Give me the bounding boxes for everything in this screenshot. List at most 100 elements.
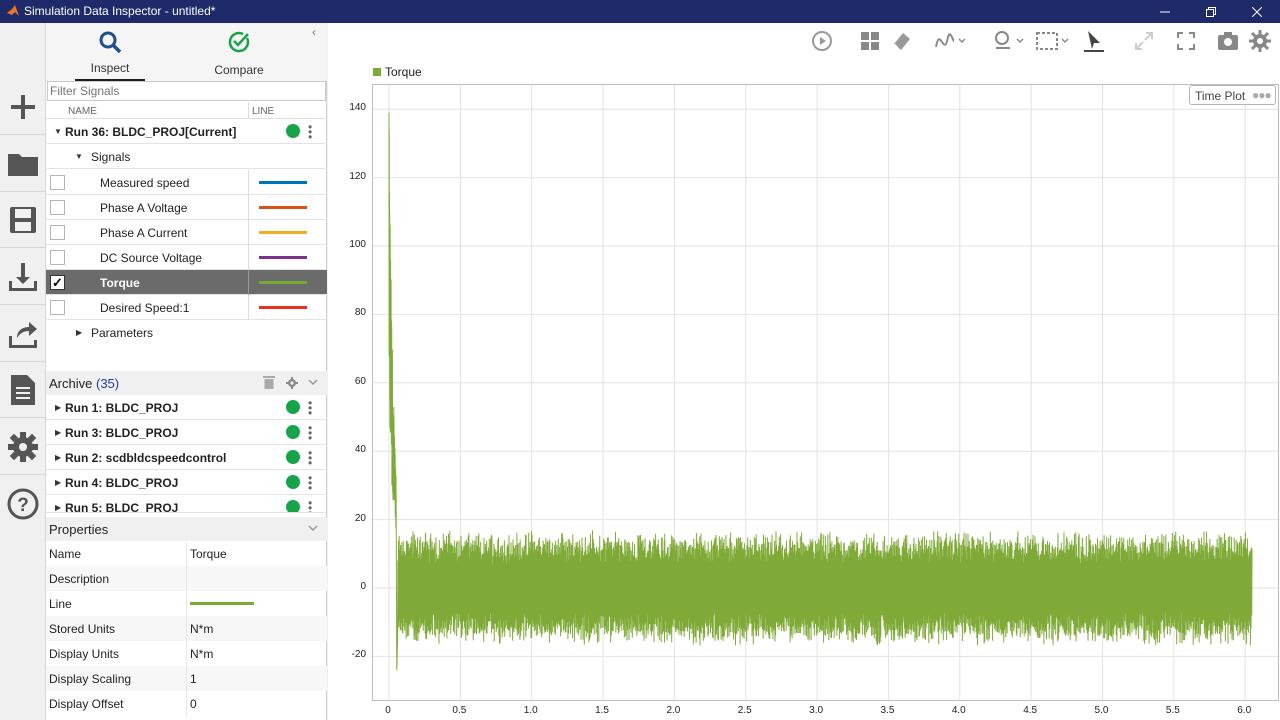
legend-label: Torque (385, 65, 422, 79)
expand-right-icon[interactable]: ▶ (55, 453, 61, 462)
signal-row[interactable]: Measured speed (46, 170, 327, 195)
line-column-header[interactable]: LINE (252, 106, 274, 117)
signal-row[interactable]: Phase A Current (46, 220, 327, 245)
import-button[interactable] (0, 249, 46, 305)
property-value[interactable]: Torque (190, 547, 227, 561)
archive-header[interactable]: Archive (35) (46, 371, 327, 395)
torque-chart[interactable] (373, 85, 1279, 701)
close-button[interactable] (1234, 0, 1280, 23)
archive-run-row[interactable]: ▶ Run 4: BLDC_PROJ • • • (46, 470, 327, 495)
tab-compare-label: Compare (214, 63, 264, 77)
run-menu-icon[interactable]: • • • (308, 422, 312, 444)
signal-row[interactable]: DC Source Voltage (46, 245, 327, 270)
line-swatch[interactable] (259, 231, 307, 234)
expand-disabled-icon[interactable] (1132, 29, 1156, 53)
expand-right-icon[interactable]: ▶ (76, 328, 82, 337)
archive-run-row[interactable]: ▶ Run 2: scdbldcspeedcontrol • • • (46, 445, 327, 470)
torque-series-line[interactable] (388, 112, 1253, 671)
signal-checkbox[interactable] (50, 200, 65, 215)
expand-right-icon[interactable]: ▶ (55, 503, 61, 512)
property-divider (186, 641, 187, 666)
eraser-icon[interactable] (890, 29, 914, 53)
minimize-button[interactable] (1142, 0, 1188, 23)
signal-row[interactable]: Phase A Voltage (46, 195, 327, 220)
property-row: Display Units N*m (46, 641, 327, 666)
archive-run-row[interactable]: ▶ Run 5: BLDC_PROJ • • • (46, 495, 327, 513)
zoom-icon[interactable] (992, 29, 1024, 53)
line-swatch[interactable] (259, 306, 307, 309)
expand-right-icon[interactable]: ▶ (55, 478, 61, 487)
x-tick-label: 6.0 (1237, 705, 1252, 716)
cursor-icon[interactable] (1082, 29, 1106, 53)
signal-row-selected[interactable]: ✓ Torque (46, 270, 327, 295)
run-menu-icon[interactable]: • • • (308, 497, 312, 512)
run-menu-icon[interactable]: • • • (308, 397, 312, 419)
line-swatch[interactable] (259, 281, 307, 284)
line-swatch[interactable] (259, 206, 307, 209)
archive-run-row[interactable]: ▶ Run 3: BLDC_PROJ • • • (46, 420, 327, 445)
chevron-down-icon[interactable] (308, 379, 318, 386)
export-button[interactable] (0, 306, 46, 362)
x-tick-label: 1.0 (523, 705, 538, 716)
new-button[interactable] (0, 79, 46, 135)
signal-checkbox[interactable] (50, 300, 65, 315)
tab-compare[interactable]: Compare (204, 23, 274, 81)
property-row: Name Torque (46, 541, 327, 566)
collapse-panel-icon[interactable]: ‹ (312, 25, 316, 39)
signal-visualization-icon[interactable] (934, 29, 966, 53)
signals-group-row[interactable]: ▼ Signals (46, 144, 327, 169)
save-button[interactable] (0, 192, 46, 248)
run-menu-icon[interactable]: • • • (308, 121, 312, 143)
tab-inspect[interactable]: Inspect (75, 23, 145, 81)
signal-checkbox[interactable] (50, 175, 65, 190)
settings-gear-icon[interactable] (1248, 29, 1272, 53)
filter-signals-input[interactable] (47, 81, 326, 101)
fullscreen-icon[interactable] (1174, 29, 1198, 53)
fit-to-view-icon[interactable] (1034, 29, 1070, 53)
open-button[interactable] (0, 136, 46, 192)
property-line-swatch[interactable] (190, 602, 254, 605)
svg-text:?: ? (17, 495, 29, 516)
signal-checkbox[interactable] (50, 225, 65, 240)
expand-down-icon[interactable]: ▼ (54, 127, 62, 136)
expand-right-icon[interactable]: ▶ (55, 403, 61, 412)
plot-axes[interactable] (372, 84, 1279, 701)
layout-grid-icon[interactable] (858, 29, 882, 53)
current-run-row[interactable]: ▼ Run 36: BLDC_PROJ[Current] • • • (46, 119, 327, 144)
plot-legend[interactable]: Torque (373, 65, 422, 79)
time-plot-button[interactable]: Time Plot ●●● (1189, 85, 1276, 105)
gear-icon[interactable] (286, 377, 298, 389)
property-value[interactable]: N*m (190, 622, 213, 636)
parameters-group-row[interactable]: ▶ Parameters (46, 320, 327, 345)
property-key: Description (49, 572, 110, 586)
property-value[interactable]: 0 (190, 697, 197, 711)
property-value[interactable]: N*m (190, 647, 213, 661)
signal-checkbox[interactable] (50, 250, 65, 265)
signal-name: Torque (100, 276, 140, 290)
property-key: Name (49, 547, 82, 561)
line-swatch[interactable] (259, 256, 307, 259)
expand-right-icon[interactable]: ▶ (55, 428, 61, 437)
report-button[interactable] (0, 362, 46, 418)
property-key: Display Offset (49, 697, 124, 711)
camera-icon[interactable] (1216, 29, 1240, 53)
property-value[interactable]: 1 (190, 672, 197, 686)
run-menu-icon[interactable]: • • • (308, 472, 312, 494)
magnifier-icon (99, 31, 122, 54)
left-toolbar: ? (0, 23, 46, 720)
signal-row[interactable]: Desired Speed:1 (46, 295, 327, 320)
properties-header[interactable]: Properties (46, 517, 327, 541)
restore-button[interactable] (1188, 0, 1234, 23)
replay-icon[interactable] (810, 29, 834, 53)
trash-icon[interactable] (263, 375, 275, 389)
run-menu-icon[interactable]: • • • (308, 447, 312, 469)
expand-down-icon[interactable]: ▼ (75, 152, 83, 161)
y-tick-label: 0 (360, 581, 366, 592)
chevron-down-icon[interactable] (308, 525, 318, 532)
name-column-header[interactable]: NAME (68, 106, 97, 117)
line-swatch[interactable] (259, 181, 307, 184)
signal-checkbox-checked[interactable]: ✓ (50, 275, 65, 290)
archive-run-row[interactable]: ▶ Run 1: BLDC_PROJ • • • (46, 395, 327, 420)
settings-button[interactable] (0, 419, 46, 475)
help-button[interactable]: ? (0, 476, 46, 532)
